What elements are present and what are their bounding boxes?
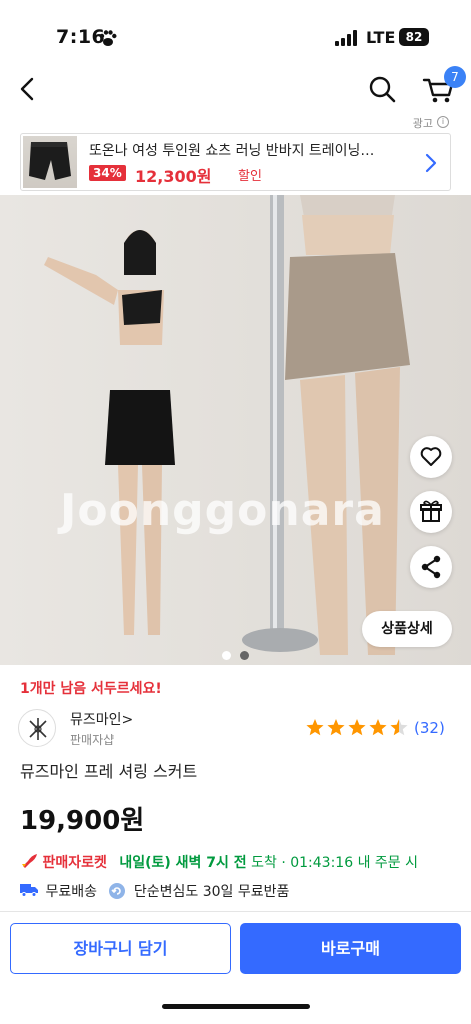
ad-discount-badge: 34% [89, 165, 126, 181]
ad-price-suffix: 할인 [238, 169, 262, 184]
truck-icon [20, 884, 38, 897]
star-icon [390, 719, 408, 736]
add-to-cart-button[interactable]: 장바구니 담기 [10, 923, 231, 974]
back-arrow-icon[interactable] [16, 74, 40, 104]
heart-icon [420, 447, 442, 466]
ad-label: 광고 [412, 117, 433, 130]
paw-icon [99, 30, 117, 46]
share-icon [421, 555, 441, 579]
seller-name: 뮤즈마인 [70, 712, 122, 728]
share-button[interactable] [410, 546, 452, 588]
arrival-label: 도착 [251, 855, 277, 871]
wishlist-button[interactable] [410, 436, 452, 478]
arrival-date: 내일(토) 새벽 7시 전 [119, 855, 247, 871]
gift-icon [420, 500, 442, 522]
buy-now-button[interactable]: 바로구매 [240, 923, 461, 974]
status-bar: 7:16 LTE 82 [0, 0, 471, 64]
home-indicator [162, 1004, 310, 1009]
carousel-dot-active[interactable] [240, 651, 249, 660]
star-icon [327, 719, 345, 736]
product-title: 뮤즈마인 프레 셔링 스커트 [20, 762, 198, 781]
free-shipping-label: 무료배송 [45, 884, 97, 900]
chevron-right-icon: > [121, 712, 134, 728]
chevron-right-icon [425, 153, 437, 173]
seller-name-link[interactable]: 뮤즈마인> [70, 709, 133, 729]
return-icon [109, 883, 126, 899]
shipping-info: 무료배송 단순변심도 30일 무료반품 [20, 881, 289, 901]
star-rating [306, 719, 408, 736]
carousel-dots [222, 651, 262, 661]
product-detail-button[interactable]: 상품상세 [362, 611, 452, 647]
star-icon [369, 719, 387, 736]
rocket-icon [22, 854, 37, 868]
signal-icon [335, 30, 357, 46]
stock-notice: 1개만 남음 서두르세요! [20, 681, 162, 697]
gift-button[interactable] [410, 491, 452, 533]
ad-banner[interactable]: 또온나 여성 투인원 쇼츠 러닝 반바지 트레이닝… 34% 12,300원 할… [20, 133, 451, 191]
order-countdown: 01:43:16 [290, 855, 354, 871]
order-countdown-suffix: 내 주문 시 [357, 855, 418, 871]
battery-icon: 82 [399, 28, 429, 46]
seller-logo[interactable] [18, 709, 56, 747]
cart-count-badge: 7 [444, 66, 466, 88]
product-image-carousel[interactable]: Joonggonara 상품상세 [0, 195, 471, 665]
ad-info-icon[interactable]: i [437, 116, 449, 128]
ad-thumbnail [23, 136, 77, 188]
product-price: 19,900원 [20, 806, 145, 836]
product-photo [44, 195, 410, 655]
star-icon [306, 719, 324, 736]
ad-price: 12,300원 [135, 167, 212, 186]
delivery-info: 판매자로켓 내일(토) 새벽 7시 전 도착 · 01:43:16 내 주문 시 [20, 852, 418, 872]
watermark: Joonggonara [60, 485, 385, 536]
search-icon[interactable] [368, 74, 396, 104]
arrival-separator: · [281, 855, 286, 871]
seller-type: 판매자샵 [70, 733, 115, 747]
star-icon [348, 719, 366, 736]
free-returns-label: 단순변심도 30일 무료반품 [133, 884, 290, 900]
bottom-action-bar: 장바구니 담기 바로구매 [0, 912, 471, 1024]
top-header [0, 64, 471, 116]
review-count[interactable]: (32) [414, 719, 445, 737]
carousel-dot[interactable] [222, 651, 231, 660]
rocket-label: 판매자로켓 [42, 855, 107, 871]
ad-title: 또온나 여성 투인원 쇼츠 러닝 반바지 트레이닝… [89, 143, 375, 159]
network-label: LTE [366, 28, 396, 47]
